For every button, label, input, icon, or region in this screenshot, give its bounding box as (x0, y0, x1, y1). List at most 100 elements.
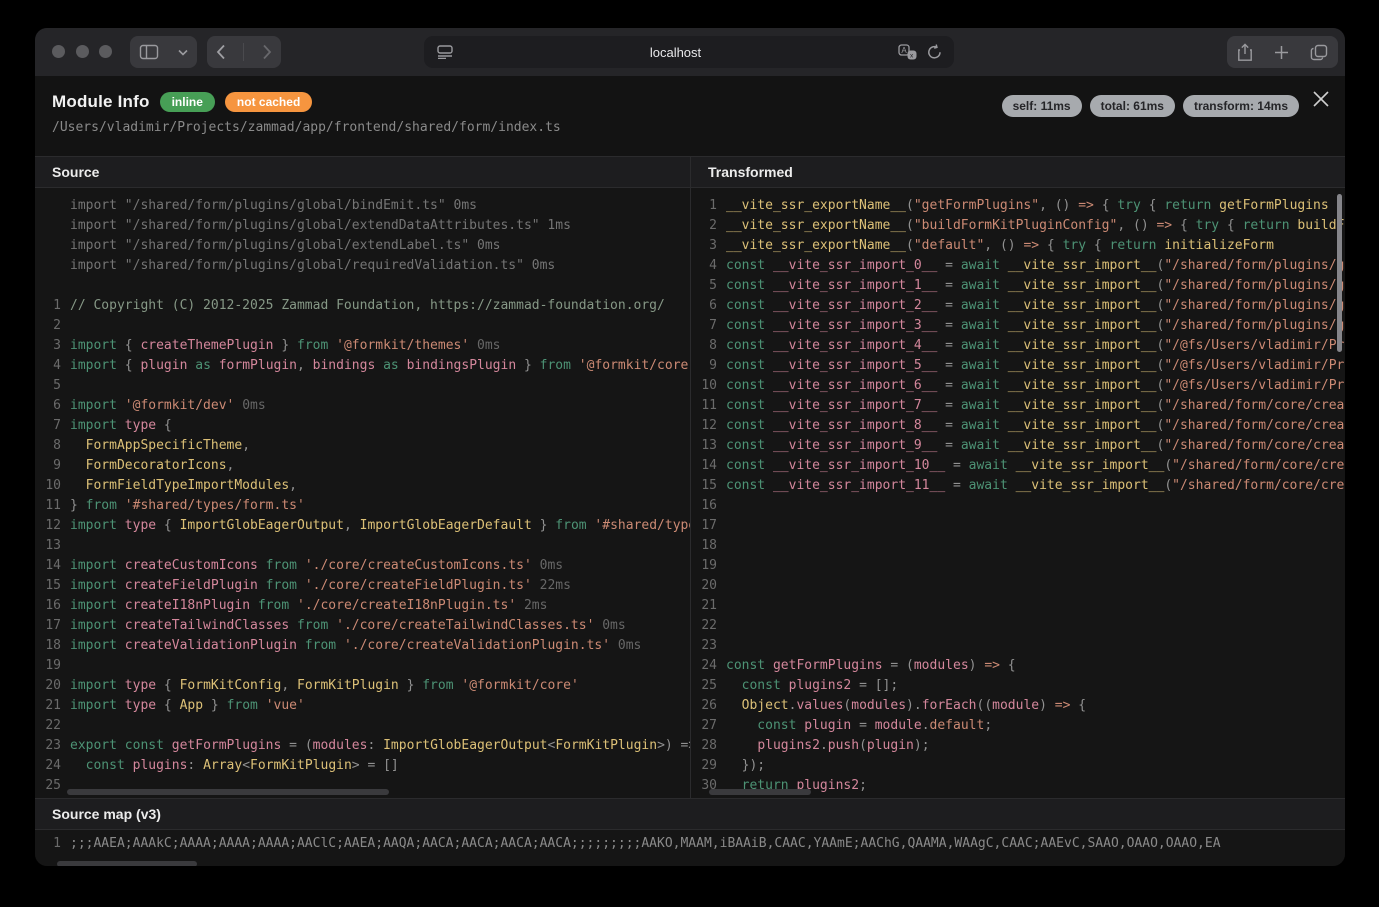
line-number: 14 (35, 556, 61, 576)
code-line: 13 (35, 536, 690, 556)
code-line: 11const __vite_ssr_import_7__ = await __… (691, 396, 1345, 416)
line-number: 15 (35, 576, 61, 596)
code-line: 3import { createThemePlugin } from '@for… (35, 336, 690, 356)
source-horizontal-scrollbar[interactable] (67, 789, 389, 795)
address-bar[interactable]: localhost A x (424, 36, 954, 68)
source-code: 1// Copyright (C) 2012-2025 Zammad Found… (35, 296, 690, 796)
line-number: 1 (35, 834, 61, 854)
code-line: 23export const getFormPlugins = (modules… (35, 736, 690, 756)
line-number (35, 256, 61, 276)
line-number: 10 (35, 476, 61, 496)
line-number: 3 (691, 236, 717, 256)
code-line: 6const __vite_ssr_import_2__ = await __v… (691, 296, 1345, 316)
code-line: 24const getFormPlugins = (modules) => { (691, 656, 1345, 676)
line-number: 15 (691, 476, 717, 496)
code-line: 24 const plugins: Array<FormKitPlugin> =… (35, 756, 690, 776)
line-number: 19 (691, 556, 717, 576)
code-line: 21 (691, 596, 1345, 616)
code-line: import "/shared/form/plugins/global/bind… (35, 196, 690, 216)
code-line (35, 276, 690, 296)
line-number: 7 (35, 416, 61, 436)
back-icon[interactable] (216, 44, 226, 60)
plus-icon[interactable] (1274, 45, 1289, 60)
sourcemap-code: 1;;;AAEA;AAAkC;AAAA;AAAA;AAAA;AAClC;AAEA… (35, 834, 1345, 854)
source-panel-title: Source (35, 157, 690, 187)
traffic-light-zoom[interactable] (99, 45, 112, 58)
line-number: 10 (691, 376, 717, 396)
line-number: 18 (35, 636, 61, 656)
code-line: 14const __vite_ssr_import_10__ = await _… (691, 456, 1345, 476)
line-number: 1 (691, 196, 717, 216)
transformed-horizontal-scrollbar[interactable] (709, 789, 811, 795)
code-line: import "/shared/form/plugins/global/requ… (35, 256, 690, 276)
code-line: 2 (35, 316, 690, 336)
code-line: 22 (691, 616, 1345, 636)
sourcemap-horizontal-scrollbar[interactable] (57, 861, 197, 866)
line-number: 17 (35, 616, 61, 636)
line-number: 23 (691, 636, 717, 656)
reader-icon[interactable] (437, 45, 453, 59)
line-number: 24 (35, 756, 61, 776)
status-badge: not cached (225, 92, 312, 112)
code-line: 1;;;AAEA;AAAkC;AAAA;AAAA;AAAA;AAClC;AAEA… (35, 834, 1345, 854)
traffic-light-close[interactable] (52, 45, 65, 58)
line-number: 27 (691, 716, 717, 736)
translate-icon[interactable]: A x (898, 44, 917, 60)
line-number: 25 (35, 776, 61, 796)
code-line: 9const __vite_ssr_import_5__ = await __v… (691, 356, 1345, 376)
traffic-light-minimize[interactable] (76, 45, 89, 58)
code-line: 12import type { ImportGlobEagerOutput, I… (35, 516, 690, 536)
transformed-code-panel: 1__vite_ssr_exportName__("getFormPlugins… (690, 188, 1345, 798)
code-line: import "/shared/form/plugins/global/exte… (35, 216, 690, 236)
close-icon[interactable] (1310, 88, 1332, 110)
line-number: 4 (691, 256, 717, 276)
module-file-path: /Users/vladimir/Projects/zammad/app/fron… (52, 120, 1345, 135)
line-number: 8 (35, 436, 61, 456)
line-number: 8 (691, 336, 717, 356)
code-line: 28 plugins2.push(plugin); (691, 736, 1345, 756)
line-number: 19 (35, 656, 61, 676)
code-line: 8 FormAppSpecificTheme, (35, 436, 690, 456)
sourcemap-panel: 1;;;AAEA;AAAkC;AAAA;AAAA;AAAA;AAClC;AAEA… (35, 830, 1345, 866)
timing-badge: transform: 14ms (1183, 95, 1299, 117)
code-line: import "/shared/form/plugins/global/exte… (35, 236, 690, 256)
code-line: 25 const plugins2 = []; (691, 676, 1345, 696)
panel-headers: Source Transformed (35, 156, 1345, 188)
line-number: 29 (691, 756, 717, 776)
code-line: 29 }); (691, 756, 1345, 776)
line-number: 28 (691, 736, 717, 756)
line-number: 2 (691, 216, 717, 236)
line-number: 4 (35, 356, 61, 376)
code-line: 16 (691, 496, 1345, 516)
line-number: 5 (35, 376, 61, 396)
line-number: 11 (691, 396, 717, 416)
code-line: 1__vite_ssr_exportName__("getFormPlugins… (691, 196, 1345, 216)
line-number: 21 (35, 696, 61, 716)
url-text: localhost (453, 45, 898, 60)
line-number: 11 (35, 496, 61, 516)
code-line: 19 (691, 556, 1345, 576)
line-number: 17 (691, 516, 717, 536)
code-line: 19 (35, 656, 690, 676)
code-line: 21import type { App } from 'vue' (35, 696, 690, 716)
code-line: 16import createI18nPlugin from './core/c… (35, 596, 690, 616)
reload-icon[interactable] (927, 44, 942, 60)
transformed-vertical-scrollbar[interactable] (1337, 194, 1342, 352)
code-line: 23 (691, 636, 1345, 656)
code-line: 8const __vite_ssr_import_4__ = await __v… (691, 336, 1345, 356)
code-line: 1// Copyright (C) 2012-2025 Zammad Found… (35, 296, 690, 316)
browser-window: localhost A x (35, 28, 1345, 866)
share-icon[interactable] (1237, 43, 1253, 62)
source-preamble-imports: import "/shared/form/plugins/global/bind… (35, 196, 690, 296)
svg-text:A: A (901, 46, 907, 55)
code-line: 12const __vite_ssr_import_8__ = await __… (691, 416, 1345, 436)
nav-buttons (207, 36, 281, 68)
sidebar-toggle-button[interactable] (130, 36, 197, 68)
line-number: 25 (691, 676, 717, 696)
forward-icon[interactable] (262, 44, 272, 60)
line-number: 13 (691, 436, 717, 456)
line-number: 24 (691, 656, 717, 676)
code-line: 5const __vite_ssr_import_1__ = await __v… (691, 276, 1345, 296)
tabs-overview-icon[interactable] (1310, 44, 1328, 61)
code-line: 7import type { (35, 416, 690, 436)
